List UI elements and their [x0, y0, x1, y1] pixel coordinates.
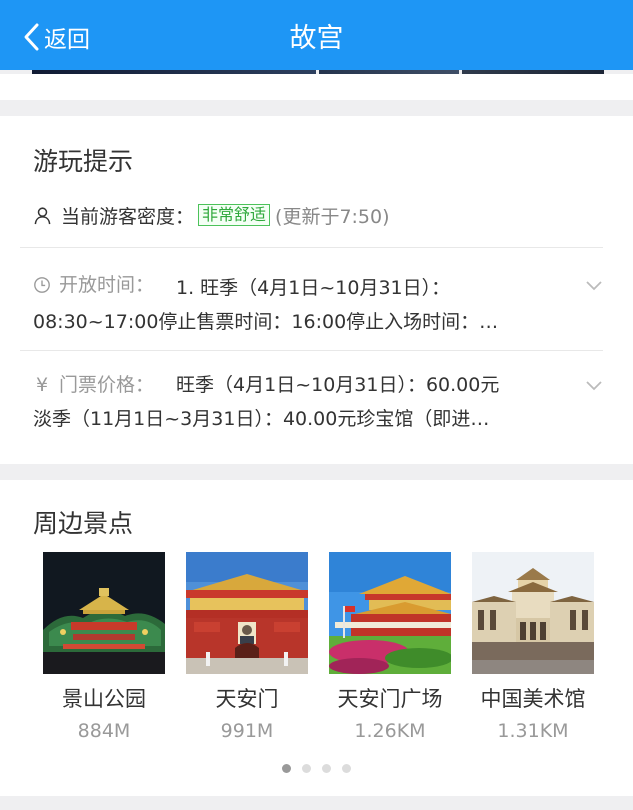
page-title: 故宫 [289, 23, 344, 54]
spot-distance: 884M [77, 720, 131, 742]
spot-name: 景山公园 [62, 687, 146, 711]
nearby-spot-item[interactable]: 天安门广场 1.26KM [329, 552, 451, 744]
density-label: 当前游客密度： [61, 205, 195, 228]
spot-name: 天安门广场 [337, 687, 443, 711]
opening-hours-label-group: 开放时间： [33, 268, 154, 302]
opening-hours-line1: 1. 旺季（4月1日~10月31日）： [176, 277, 451, 299]
spot-name: 天安门 [215, 687, 279, 711]
ticket-price-label-group: ¥ 门票价格： [33, 368, 154, 402]
carousel-dot[interactable] [282, 764, 291, 773]
divider [20, 247, 603, 248]
spot-thumbnail [472, 552, 594, 674]
opening-hours-line2: 08:30~17:00停止售票时间：16:00停止入场时间：… [33, 311, 499, 333]
national-art-museum-image [472, 552, 594, 674]
ticket-price-label: 门票价格： [59, 374, 155, 396]
opening-hours-row[interactable]: 开放时间： 1. 旺季（4月1日~10月31日）： 08:30~17:00停止售… [33, 268, 593, 339]
ticket-price-line1: 旺季（4月1日~10月31日）：60.00元 [176, 374, 500, 396]
ticket-price-row[interactable]: ¥ 门票价格： 旺季（4月1日~10月31日）：60.00元 淡季（11月1日~… [33, 368, 593, 436]
spot-name: 中国美术馆 [480, 687, 586, 711]
divider [20, 350, 603, 351]
clock-icon [34, 277, 50, 293]
tiananmen-square-image [329, 552, 451, 674]
density-updated-time: (更新于7:50) [275, 205, 390, 228]
tips-section-title: 游玩提示 [33, 147, 134, 176]
jingshan-park-night-image [43, 552, 165, 674]
gallery-card [0, 74, 633, 100]
spot-thumbnail [329, 552, 451, 674]
spot-distance: 1.26KM [354, 720, 426, 742]
nearby-spot-item[interactable]: 中国美术馆 1.31KM [472, 552, 594, 744]
nearby-spot-item[interactable]: 景山公园 884M [43, 552, 165, 744]
tips-card: 游玩提示 当前游客密度： 非常舒适 (更新于7:50) 开放时间： 1. 旺季（… [0, 116, 633, 464]
spot-distance: 1.31KM [497, 720, 569, 742]
spot-thumbnail [186, 552, 308, 674]
density-status-badge: 非常舒适 [198, 204, 271, 226]
nearby-attractions-card: 周边景点 景山公园 884M 天安门 991M 天安门广场 1.26KM 中国美… [0, 480, 633, 796]
opening-hours-label: 开放时间： [59, 274, 155, 296]
top-nav-bar: 返回 故宫 [0, 0, 633, 70]
carousel-page-indicator [0, 764, 633, 773]
nearby-section-title: 周边景点 [33, 509, 134, 538]
ticket-price-line2: 淡季（11月1日~3月31日）：40.00元珍宝馆（即进… [33, 408, 490, 430]
carousel-dot[interactable] [302, 764, 311, 773]
chevron-down-icon[interactable] [585, 380, 603, 392]
spot-thumbnail [43, 552, 165, 674]
tiananmen-gate-image [186, 552, 308, 674]
yen-icon: ¥ [35, 374, 49, 396]
carousel-dot[interactable] [342, 764, 351, 773]
carousel-dot[interactable] [322, 764, 331, 773]
chevron-down-icon[interactable] [585, 280, 603, 292]
person-icon [34, 206, 51, 224]
nearby-spots-carousel[interactable]: 景山公园 884M 天安门 991M 天安门广场 1.26KM 中国美术馆 1.… [43, 552, 615, 744]
spot-distance: 991M [220, 720, 274, 742]
nearby-spot-item[interactable]: 天安门 991M [186, 552, 308, 744]
visitor-density-row: 当前游客密度： 非常舒适 (更新于7:50) [33, 200, 390, 230]
